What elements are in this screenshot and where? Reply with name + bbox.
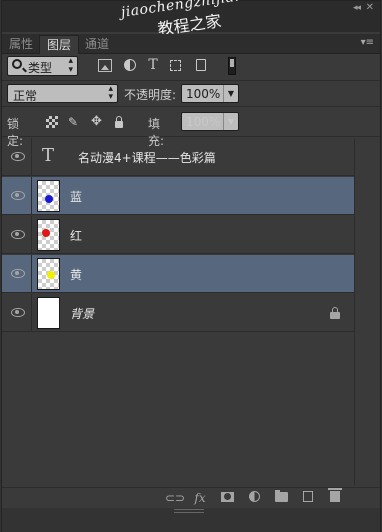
layer-name[interactable]: 红 — [70, 227, 82, 244]
fill-label: 填充: — [148, 117, 165, 148]
smart-object-filter-icon[interactable] — [194, 59, 208, 72]
layer-name[interactable]: 名动漫4+课程——色彩篇 — [78, 149, 216, 166]
layer-name[interactable]: 背景 — [70, 305, 94, 322]
type-filter-icon[interactable]: T — [146, 58, 160, 72]
chevron-down-icon[interactable]: ▼ — [223, 113, 238, 130]
layer-thumbnail — [37, 258, 60, 290]
chevron-down-icon[interactable]: ▼ — [223, 85, 238, 102]
close-panel-icon[interactable]: ✕ — [366, 2, 374, 13]
updown-arrows-icon: ▴ ▾ — [108, 84, 113, 102]
layer-list: T 名动漫4+课程——色彩篇 蓝 红 黄 背景 — [2, 138, 354, 486]
filter-toggle-switch[interactable] — [228, 57, 236, 75]
layer-thumbnail — [37, 297, 60, 329]
visibility-eye-icon[interactable] — [11, 191, 25, 200]
layer-row-blue[interactable]: 蓝 — [2, 177, 354, 215]
shape-filter-icon[interactable] — [170, 60, 181, 71]
search-icon — [12, 59, 22, 69]
add-mask-icon[interactable] — [219, 491, 235, 505]
tab-channels[interactable]: 通道 — [78, 35, 116, 54]
tab-properties[interactable]: 属性 — [2, 35, 40, 54]
resize-grip[interactable] — [174, 509, 204, 513]
layers-footer-toolbar: ⊂⊃ fx — [2, 487, 380, 507]
layer-thumbnail — [37, 180, 60, 212]
layer-row-yellow[interactable]: 黄 — [2, 255, 354, 293]
visibility-eye-icon[interactable] — [11, 152, 25, 161]
divider — [31, 138, 32, 176]
lock-label: 锁定: — [7, 117, 24, 148]
blend-row: 正常 ▴ ▾ 不透明度: 100% ▼ — [2, 81, 380, 107]
tab-layers[interactable]: 图层 — [39, 35, 80, 54]
adjustment-filter-icon[interactable] — [123, 59, 137, 72]
lock-all-icon[interactable] — [113, 116, 125, 128]
divider — [31, 294, 32, 332]
filter-kind-label: 类型 — [28, 61, 53, 75]
panel-title-strip: jiaochengzhijia.com 教程之家 ◂◂ ✕ — [2, 0, 380, 39]
delete-layer-trash-icon[interactable] — [327, 488, 343, 505]
layer-row-red[interactable]: 红 — [2, 216, 354, 254]
layer-row-text[interactable]: T 名动漫4+课程——色彩篇 — [2, 138, 354, 176]
filter-kind-select[interactable]: 类型 ▴ ▾ — [7, 56, 78, 76]
panel-menu-icon[interactable]: ▾≡ — [361, 37, 374, 48]
visibility-eye-icon[interactable] — [11, 308, 25, 317]
panel-tabs: 属性 图层 通道 ▾≡ — [2, 34, 380, 54]
layer-list-scrollbar[interactable] — [354, 138, 380, 486]
lock-position-move-icon[interactable]: ✥ — [91, 115, 103, 128]
filter-row: 类型 ▴ ▾ T — [2, 54, 380, 81]
blend-mode-select[interactable]: 正常 ▴ ▾ — [7, 84, 118, 103]
blue-dot — [45, 195, 53, 203]
layer-style-fx-icon[interactable]: fx — [192, 491, 208, 505]
fill-field[interactable]: 100% ▼ — [181, 112, 239, 131]
new-group-folder-icon[interactable] — [273, 490, 289, 505]
layer-name[interactable]: 蓝 — [70, 188, 82, 205]
text-layer-icon: T — [42, 145, 55, 166]
collapse-panel-icon[interactable]: ◂◂ — [353, 3, 361, 13]
link-layers-icon[interactable]: ⊂⊃ — [165, 491, 185, 505]
layer-name[interactable]: 黄 — [70, 266, 82, 283]
layer-thumbnail — [37, 219, 60, 251]
fill-value: 100% — [186, 115, 221, 129]
opacity-field[interactable]: 100% ▼ — [181, 84, 239, 103]
blend-mode-value: 正常 — [13, 89, 38, 103]
new-adjustment-layer-icon[interactable] — [246, 491, 262, 505]
layer-row-background[interactable]: 背景 — [2, 294, 354, 332]
image-filter-icon[interactable] — [98, 59, 112, 72]
visibility-eye-icon[interactable] — [11, 269, 25, 278]
opacity-label: 不透明度: — [124, 88, 177, 102]
red-dot — [42, 229, 50, 237]
divider — [31, 255, 32, 293]
lock-transparency-icon[interactable] — [46, 116, 58, 128]
visibility-eye-icon[interactable] — [11, 230, 25, 239]
updown-arrows-icon: ▴ ▾ — [68, 56, 73, 75]
yellow-dot — [47, 271, 55, 279]
layers-panel: jiaochengzhijia.com 教程之家 ◂◂ ✕ 属性 图层 通道 ▾… — [1, 0, 381, 532]
lock-pixels-brush-icon[interactable]: ✎ — [68, 116, 80, 128]
lock-row: 锁定: ✎ ✥ 填充: 100% ▼ — [2, 107, 380, 148]
lock-icon — [330, 307, 340, 319]
opacity-value: 100% — [186, 87, 221, 101]
divider — [31, 216, 32, 254]
divider — [31, 177, 32, 215]
new-layer-icon[interactable] — [300, 491, 316, 505]
